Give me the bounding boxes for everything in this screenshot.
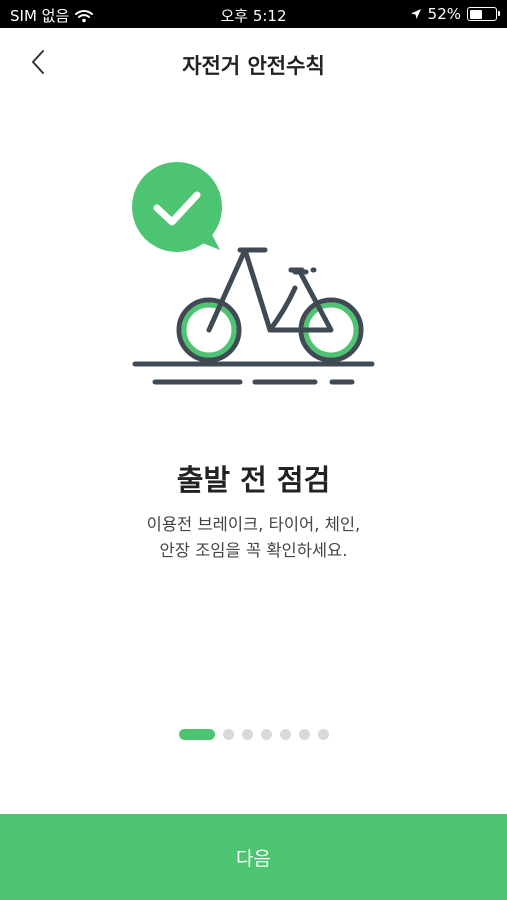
safety-illustration <box>120 150 390 400</box>
location-arrow-icon <box>410 8 422 20</box>
speech-bubble-check-icon <box>132 162 222 252</box>
next-button[interactable]: 다음 <box>0 814 507 900</box>
wifi-icon <box>75 9 94 23</box>
battery-percent: 52% <box>427 5 461 23</box>
page-indicator <box>0 729 507 740</box>
description-line-1: 이용전 브레이크, 타이어, 체인, <box>146 515 361 534</box>
status-left: SIM 없음 <box>10 5 94 26</box>
carrier-label: SIM 없음 <box>10 7 70 25</box>
page-dot-active <box>178 729 215 740</box>
page-title: 자전거 안전수칙 <box>182 54 325 78</box>
battery-level-fill <box>469 9 482 19</box>
status-right: 52% <box>410 5 500 23</box>
header: 자전거 안전수칙 <box>0 28 507 98</box>
page-dot <box>298 729 310 740</box>
status-time: 오후 5:12 <box>220 7 287 25</box>
page-dot <box>222 729 234 740</box>
page-dot <box>317 729 329 740</box>
page-dot <box>260 729 272 740</box>
battery-icon <box>467 7 500 21</box>
bicycle-icon <box>132 247 375 385</box>
step-description: 이용전 브레이크, 타이어, 체인, 안장 조임을 꼭 확인하세요. <box>0 512 507 564</box>
status-bar: SIM 없음 오후 5:12 52% <box>0 0 507 28</box>
description-line-2: 안장 조임을 꼭 확인하세요. <box>159 541 348 560</box>
page-dot <box>279 729 291 740</box>
step-heading: 출발 전 점검 <box>176 463 331 497</box>
page-dot <box>241 729 253 740</box>
